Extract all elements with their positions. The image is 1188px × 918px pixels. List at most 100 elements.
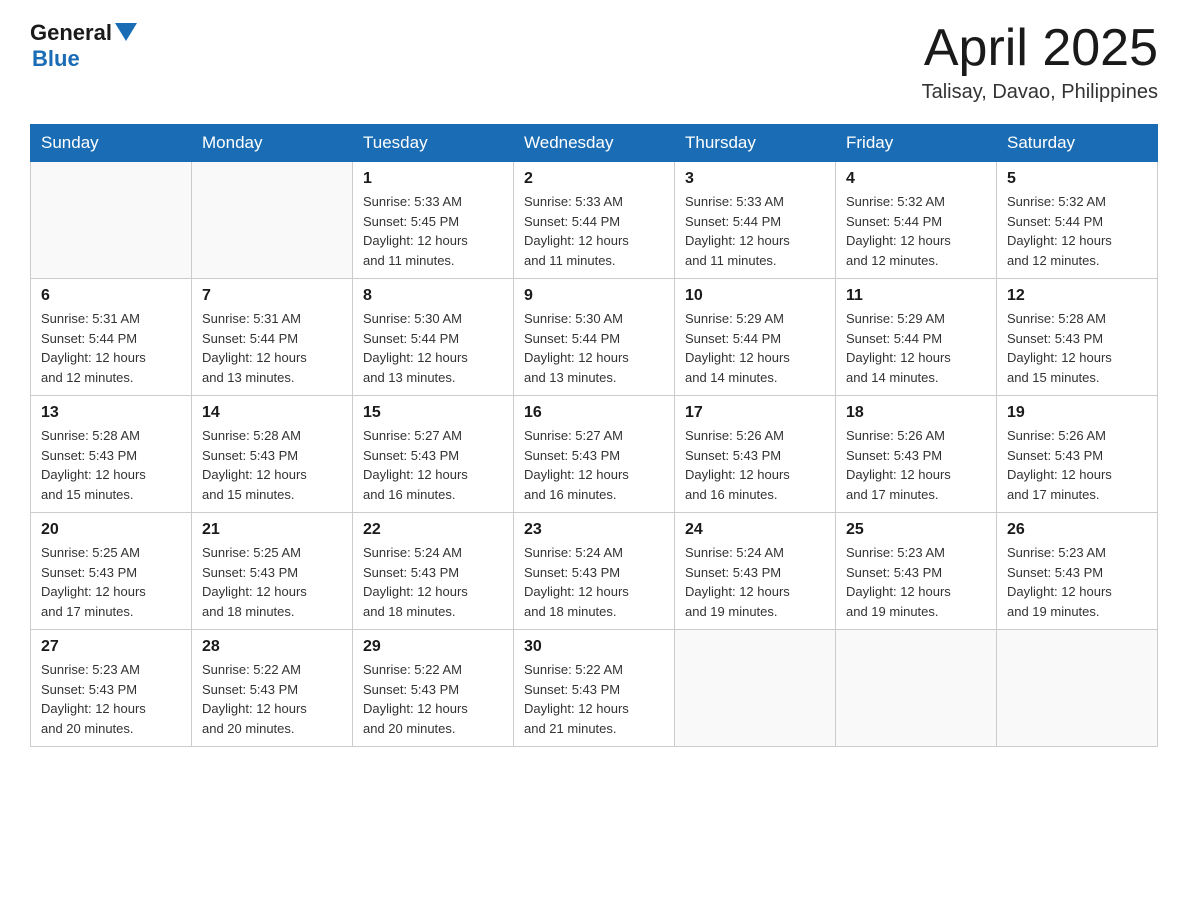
calendar-cell: 24 Sunrise: 5:24 AMSunset: 5:43 PMDayligh… — [675, 513, 836, 630]
day-info: Sunrise: 5:27 AMSunset: 5:43 PMDaylight:… — [524, 426, 664, 504]
calendar-cell: 9 Sunrise: 5:30 AMSunset: 5:44 PMDaylight… — [514, 279, 675, 396]
day-number: 14 — [202, 404, 342, 422]
day-number: 9 — [524, 287, 664, 305]
month-year-title: April 2025 — [922, 20, 1158, 77]
day-number: 4 — [846, 170, 986, 188]
day-number: 17 — [685, 404, 825, 422]
day-number: 28 — [202, 638, 342, 656]
calendar-week-row: 6Sunrise: 5:31 AMSunset: 5:44 PMDaylight… — [31, 279, 1158, 396]
day-number: 10 — [685, 287, 825, 305]
day-info: Sunrise: 5:24 AMSunset: 5:43 PMDaylight:… — [524, 543, 664, 621]
calendar-cell: 21Sunrise: 5:25 AMSunset: 5:43 PMDayligh… — [192, 513, 353, 630]
calendar-cell: 22Sunrise: 5:24 AMSunset: 5:43 PMDayligh… — [353, 513, 514, 630]
calendar-week-row: 27Sunrise: 5:23 AMSunset: 5:43 PMDayligh… — [31, 630, 1158, 747]
calendar-cell: 11 Sunrise: 5:29 AMSunset: 5:44 PMDayligh… — [836, 279, 997, 396]
day-info: Sunrise: 5:30 AMSunset: 5:44 PMDaylight:… — [524, 309, 664, 387]
calendar-cell: 5 Sunrise: 5:32 AMSunset: 5:44 PMDaylight… — [997, 162, 1158, 279]
title-block: April 2025 Talisay, Davao, Philippines — [922, 20, 1158, 104]
day-number: 25 — [846, 521, 986, 539]
calendar-body: 1 Sunrise: 5:33 AMSunset: 5:45 PMDaylight… — [31, 162, 1158, 747]
day-info: Sunrise: 5:28 AMSunset: 5:43 PMDaylight:… — [1007, 309, 1147, 387]
day-number: 12 — [1007, 287, 1147, 305]
calendar-week-row: 13 Sunrise: 5:28 AMSunset: 5:43 PMDayligh… — [31, 396, 1158, 513]
calendar-cell — [997, 630, 1158, 747]
calendar-cell: 25 Sunrise: 5:23 AMSunset: 5:43 PMDayligh… — [836, 513, 997, 630]
day-info: Sunrise: 5:29 AMSunset: 5:44 PMDaylight:… — [846, 309, 986, 387]
day-number: 13 — [41, 404, 181, 422]
calendar-cell — [192, 162, 353, 279]
day-info: Sunrise: 5:27 AMSunset: 5:43 PMDaylight:… — [363, 426, 503, 504]
day-info: Sunrise: 5:30 AMSunset: 5:44 PMDaylight:… — [363, 309, 503, 387]
day-number: 30 — [524, 638, 664, 656]
day-number: 6 — [41, 287, 181, 305]
day-number: 11 — [846, 287, 986, 305]
day-info: Sunrise: 5:32 AMSunset: 5:44 PMDaylight:… — [1007, 192, 1147, 270]
logo-general: General — [30, 20, 112, 46]
day-info: Sunrise: 5:26 AMSunset: 5:43 PMDaylight:… — [846, 426, 986, 504]
day-number: 26 — [1007, 521, 1147, 539]
calendar-cell: 8Sunrise: 5:30 AMSunset: 5:44 PMDaylight… — [353, 279, 514, 396]
calendar-week-row: 20 Sunrise: 5:25 AMSunset: 5:43 PMDayligh… — [31, 513, 1158, 630]
calendar-cell: 28 Sunrise: 5:22 AMSunset: 5:43 PMDayligh… — [192, 630, 353, 747]
day-number: 27 — [41, 638, 181, 656]
day-number: 5 — [1007, 170, 1147, 188]
day-info: Sunrise: 5:25 AMSunset: 5:43 PMDaylight:… — [41, 543, 181, 621]
calendar-cell: 16Sunrise: 5:27 AMSunset: 5:43 PMDayligh… — [514, 396, 675, 513]
day-number: 19 — [1007, 404, 1147, 422]
day-info: Sunrise: 5:22 AMSunset: 5:43 PMDaylight:… — [202, 660, 342, 738]
calendar-cell — [675, 630, 836, 747]
day-number: 3 — [685, 170, 825, 188]
weekday-header-thursday: Thursday — [675, 125, 836, 162]
calendar-cell: 19Sunrise: 5:26 AMSunset: 5:43 PMDayligh… — [997, 396, 1158, 513]
calendar-cell: 17 Sunrise: 5:26 AMSunset: 5:43 PMDayligh… — [675, 396, 836, 513]
weekday-header-tuesday: Tuesday — [353, 125, 514, 162]
day-info: Sunrise: 5:28 AMSunset: 5:43 PMDaylight:… — [202, 426, 342, 504]
day-number: 24 — [685, 521, 825, 539]
day-info: Sunrise: 5:32 AMSunset: 5:44 PMDaylight:… — [846, 192, 986, 270]
calendar-cell: 15 Sunrise: 5:27 AMSunset: 5:43 PMDayligh… — [353, 396, 514, 513]
logo-triangle-icon — [115, 23, 137, 41]
calendar-header: SundayMondayTuesdayWednesdayThursdayFrid… — [31, 125, 1158, 162]
day-number: 1 — [363, 170, 503, 188]
weekday-header-monday: Monday — [192, 125, 353, 162]
calendar-cell — [836, 630, 997, 747]
day-info: Sunrise: 5:26 AMSunset: 5:43 PMDaylight:… — [685, 426, 825, 504]
weekday-header-friday: Friday — [836, 125, 997, 162]
logo: General Blue — [30, 20, 137, 72]
calendar-table: SundayMondayTuesdayWednesdayThursdayFrid… — [30, 124, 1158, 747]
day-number: 29 — [363, 638, 503, 656]
day-info: Sunrise: 5:29 AMSunset: 5:44 PMDaylight:… — [685, 309, 825, 387]
weekday-header-sunday: Sunday — [31, 125, 192, 162]
day-info: Sunrise: 5:33 AMSunset: 5:44 PMDaylight:… — [524, 192, 664, 270]
calendar-cell: 10 Sunrise: 5:29 AMSunset: 5:44 PMDayligh… — [675, 279, 836, 396]
calendar-cell: 23 Sunrise: 5:24 AMSunset: 5:43 PMDayligh… — [514, 513, 675, 630]
calendar-cell: 26 Sunrise: 5:23 AMSunset: 5:43 PMDayligh… — [997, 513, 1158, 630]
logo-blue: Blue — [32, 46, 80, 72]
calendar-cell: 13 Sunrise: 5:28 AMSunset: 5:43 PMDayligh… — [31, 396, 192, 513]
day-info: Sunrise: 5:33 AMSunset: 5:44 PMDaylight:… — [685, 192, 825, 270]
calendar-cell: 6Sunrise: 5:31 AMSunset: 5:44 PMDaylight… — [31, 279, 192, 396]
calendar-cell: 14 Sunrise: 5:28 AMSunset: 5:43 PMDayligh… — [192, 396, 353, 513]
day-number: 15 — [363, 404, 503, 422]
day-number: 22 — [363, 521, 503, 539]
calendar-cell: 1 Sunrise: 5:33 AMSunset: 5:45 PMDaylight… — [353, 162, 514, 279]
day-info: Sunrise: 5:24 AMSunset: 5:43 PMDaylight:… — [685, 543, 825, 621]
day-info: Sunrise: 5:28 AMSunset: 5:43 PMDaylight:… — [41, 426, 181, 504]
page-header: General Blue April 2025 Talisay, Davao, … — [30, 20, 1158, 104]
calendar-cell: 29 Sunrise: 5:22 AMSunset: 5:43 PMDayligh… — [353, 630, 514, 747]
day-number: 2 — [524, 170, 664, 188]
day-info: Sunrise: 5:33 AMSunset: 5:45 PMDaylight:… — [363, 192, 503, 270]
calendar-cell: 3 Sunrise: 5:33 AMSunset: 5:44 PMDaylight… — [675, 162, 836, 279]
day-info: Sunrise: 5:25 AMSunset: 5:43 PMDaylight:… — [202, 543, 342, 621]
calendar-cell: 2 Sunrise: 5:33 AMSunset: 5:44 PMDaylight… — [514, 162, 675, 279]
day-info: Sunrise: 5:23 AMSunset: 5:43 PMDaylight:… — [1007, 543, 1147, 621]
day-info: Sunrise: 5:22 AMSunset: 5:43 PMDaylight:… — [363, 660, 503, 738]
calendar-cell: 7Sunrise: 5:31 AMSunset: 5:44 PMDaylight… — [192, 279, 353, 396]
calendar-cell: 30Sunrise: 5:22 AMSunset: 5:43 PMDayligh… — [514, 630, 675, 747]
calendar-week-row: 1 Sunrise: 5:33 AMSunset: 5:45 PMDaylight… — [31, 162, 1158, 279]
day-info: Sunrise: 5:23 AMSunset: 5:43 PMDaylight:… — [846, 543, 986, 621]
day-number: 20 — [41, 521, 181, 539]
calendar-cell — [31, 162, 192, 279]
calendar-cell: 4 Sunrise: 5:32 AMSunset: 5:44 PMDaylight… — [836, 162, 997, 279]
day-number: 23 — [524, 521, 664, 539]
